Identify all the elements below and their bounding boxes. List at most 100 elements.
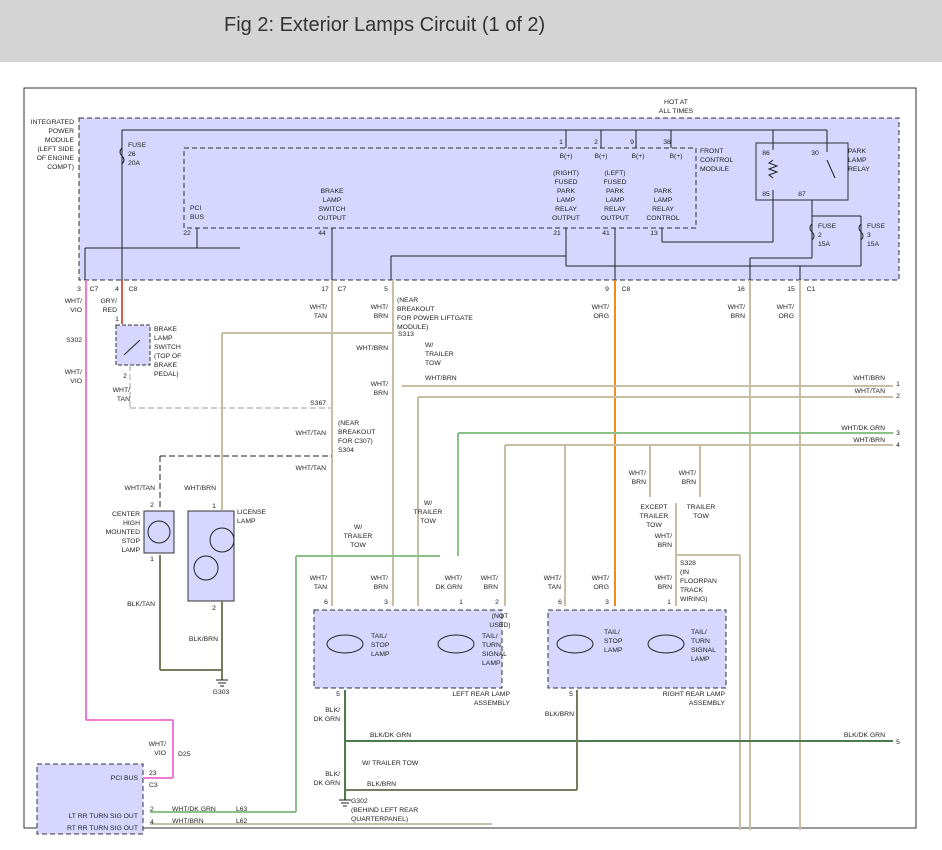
l-pin-1-label: 1 [459,599,463,606]
wire-wht-org-1-label: WHT/ORG [592,304,609,320]
pci-bus-2-label: PCI BUS [111,775,139,782]
wire-blk-brn-1-line: BLK/BRN [189,636,218,643]
wire-wht-brn-3-line: WHT/BRN [356,345,388,352]
out-pin-2-label: 2 [896,393,900,400]
conn-c7a-line: C7 [90,286,99,293]
near-breakout-c307-line: FOR C307) [338,438,373,445]
r-tail-turn-line: TAIL/ [691,629,707,636]
l-tail-stop-line: TAIL/ [371,633,387,640]
wire-wht-brn-5-label: WHT/BRN [371,381,388,397]
wire-gry-red-line: GRY/ [101,298,118,305]
wire-wht-vio-2-line: WHT/ [65,369,82,376]
out-pin-4-label: 4 [896,442,900,449]
pin-9-line: 9 [630,139,634,146]
wire-wht-brn-8-line: WHT/ [679,470,696,477]
r-wht-tan-label: WHT/TAN [544,575,561,591]
r-tail-stop-line: LAMP [604,647,623,654]
b-plus-3-line: B(+) [631,153,644,160]
l-wht-brn-2-line: WHT/ [481,575,498,582]
except-trailer-tow-line: TRAILER [640,513,669,520]
r-tail-turn-line: SIGNAL [691,647,716,654]
left-fused-park-line: LAMP [606,197,625,204]
brake-lamp-switch-output-line: LAMP [323,197,342,204]
pin-22-label: 22 [183,230,191,237]
wire-wht-dkgrn-b-line: WHT/DK GRN [172,806,216,813]
s302-label: S302 [66,337,82,344]
ipm-label-line: INTEGRATED [31,119,74,126]
pci-bus-fcm-line: BUS [190,214,204,221]
wire-wht-brn-9-line: WHT/ [655,533,672,540]
conn-9-label: 9 [605,286,609,293]
conn-c1-label: C1 [807,286,816,293]
trailer-tow-label: TRAILER TOW [687,504,716,520]
relay-86-label: 86 [762,150,770,157]
conn-15-label: 15 [787,286,795,293]
park-lamp-relay-line: PARK [848,148,866,155]
wire-wht-org-2-line: WHT/ [777,304,794,311]
pci-c3-label: C3 [149,782,158,789]
wire-blk-brn-3-label: BLK/BRN [545,711,574,718]
wire-wht-dkgrn-b-label: WHT/DK GRN [172,806,216,813]
brake-lamp-switch-line: PEDAL) [154,371,179,378]
wire-wht-brn-2-label: WHT/BRN [728,304,745,320]
b-plus-4-line: B(+) [669,153,682,160]
l-tail-turn-line: TURN [482,642,501,649]
r-pin-6-label: 6 [558,599,562,606]
wire-wht-org-2-line: ORG [779,313,794,320]
l-pin-3-line: 3 [384,599,388,606]
near-breakout-liftgate-line: BREAKOUT [397,306,434,313]
b-plus-2-label: B(+) [594,153,607,160]
near-breakout-liftgate-label: (NEAR BREAKOUT FOR POWER LIFTGATE MODULE) [397,297,473,331]
pin-2-label: 2 [594,139,598,146]
right-rear-lamp-assy-label: RIGHT REAR LAMP ASSEMBLY [663,691,726,707]
fcm-label-line: CONTROL [700,157,733,164]
bls-pin-2-line: 2 [123,373,127,380]
wire-wht-brn-b-line: WHT/BRN [172,818,204,825]
right-fused-park-line: FUSED [554,179,577,186]
near-breakout-c307-line: BREAKOUT [338,429,375,436]
wire-wht-tan-5-line: WHT/TAN [125,485,156,492]
w-trailer-tow-1-line: TRAILER [425,351,454,358]
out-wht-dkgrn-3-line: WHT/DK GRN [841,425,885,432]
wire-wht-tan-4-label: WHT/TAN [296,465,327,472]
wire-wht-tan-2-line: WHT/ [113,387,130,394]
g303-label: G303 [213,689,230,696]
wire-wht-brn-8-label: WHT/BRN [679,470,696,486]
s367-line: S367 [310,400,326,407]
r-wht-org-line: ORG [594,584,609,591]
out-pin-1-label: 1 [896,381,900,388]
left-rear-lamp-assy-line: LEFT REAR LAMP [452,691,510,698]
left-rear-lamp-assy-label: LEFT REAR LAMP ASSEMBLY [452,691,510,707]
pin-21-label: 21 [553,230,561,237]
near-breakout-c307-label: (NEAR BREAKOUT FOR C307) [338,420,375,445]
right-rear-lamp-assy-line: ASSEMBLY [689,700,726,707]
turn-pin-2-line: 2 [150,806,154,813]
w-trailer-tow-4-line: W/ TRAILER TOW [362,760,419,767]
pin-13-line: 13 [650,230,658,237]
left-fused-park-line: PARK [606,188,624,195]
l-tail-turn-line: SIGNAL [482,651,507,658]
turn-pin-2-label: 2 [150,806,154,813]
g303-line: G303 [213,689,230,696]
left-rear-lamp-assy-line: ASSEMBLY [474,700,511,707]
wire-wht-org-1-line: ORG [594,313,609,320]
r-wht-org-line: WHT/ [592,575,609,582]
out-wht-brn-1-label: WHT/BRN [853,375,885,382]
r-wht-brn-label: WHT/BRN [655,575,672,591]
rt-rr-turn-line: RT RR TURN SIG OUT [67,825,138,832]
fuse-26-line: FUSE [128,142,147,149]
l-wht-brn-label: WHT/BRN [371,575,388,591]
brake-lamp-switch-line: BRAKE [154,362,178,369]
w-trailer-tow-1-line: W/ [425,342,433,349]
pin-38-line: 38 [663,139,671,146]
l62-label: L62 [236,818,248,825]
r-tail-stop-line: STOP [604,638,623,645]
pin-22-line: 22 [183,230,191,237]
w-trailer-tow-3-line: TOW [420,518,436,525]
r-wht-brn-line: WHT/ [655,575,672,582]
hot-at-all-times-label: HOT AT ALL TIMES [659,99,694,115]
l-wht-brn-line: BRN [374,584,388,591]
l-not-used-line: USED) [489,622,510,629]
w-trailer-tow-2-label: W/TRAILER TOW [344,524,373,549]
l62-line: L62 [236,818,248,825]
